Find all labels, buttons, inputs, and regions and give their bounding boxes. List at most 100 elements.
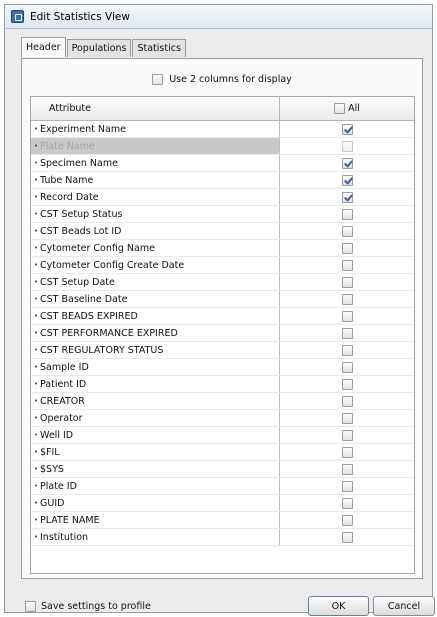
table-row[interactable]: • Record Date [31, 189, 414, 206]
select-all-checkbox[interactable] [334, 103, 346, 114]
attribute-checkbox[interactable] [341, 327, 353, 339]
table-row[interactable]: • Cytometer Config Name [31, 240, 414, 257]
attribute-cell: • CST Setup Status [31, 206, 280, 222]
attribute-checkbox [341, 140, 353, 152]
checkbox-cell [280, 138, 414, 154]
attribute-label: PLATE NAME [40, 514, 100, 526]
tab-statistics[interactable]: Statistics [132, 39, 186, 57]
table-body: • Experiment Name • Plate Name • Specimen Nam… [31, 121, 414, 546]
two-columns-label: Use 2 columns for display [169, 74, 292, 85]
attribute-checkbox[interactable] [341, 378, 353, 390]
attribute-label: $FIL [40, 446, 60, 458]
table-row[interactable]: • CST PERFORMANCE EXPIRED [31, 325, 414, 342]
attribute-cell: • Well ID [31, 427, 280, 443]
table-row[interactable]: • $FIL [31, 444, 414, 461]
checkbox-cell [280, 325, 414, 341]
attribute-label: Patient ID [40, 378, 87, 390]
attribute-checkbox[interactable] [341, 480, 353, 492]
table-row[interactable]: • Experiment Name [31, 121, 414, 138]
attribute-checkbox[interactable] [341, 412, 353, 424]
table-row[interactable]: • Plate ID [31, 478, 414, 495]
tab-bar: Header Populations Statistics [21, 37, 187, 57]
row-bullet-icon: • [33, 159, 39, 167]
attribute-cell: • Plate ID [31, 478, 280, 494]
row-bullet-icon: • [33, 448, 39, 456]
attribute-checkbox[interactable] [341, 531, 353, 543]
attribute-cell: • Operator [31, 410, 280, 426]
attribute-checkbox[interactable] [341, 463, 353, 475]
attribute-label: Cytometer Config Name [40, 242, 155, 254]
attribute-checkbox[interactable] [341, 259, 353, 271]
attribute-checkbox[interactable] [341, 293, 353, 305]
attribute-checkbox[interactable] [341, 497, 353, 509]
two-columns-checkbox[interactable] [152, 74, 164, 85]
attribute-cell: • Cytometer Config Create Date [31, 257, 280, 273]
table-row[interactable]: • Plate Name [31, 138, 414, 155]
row-bullet-icon: • [33, 465, 39, 473]
table-row[interactable]: • GUID [31, 495, 414, 512]
tab-populations[interactable]: Populations [66, 39, 132, 57]
table-row[interactable]: • Institution [31, 529, 414, 546]
all-label: All [348, 103, 360, 114]
table-row[interactable]: • CST REGULATORY STATUS [31, 342, 414, 359]
table-row[interactable]: • Tube Name [31, 172, 414, 189]
attribute-checkbox[interactable] [341, 514, 353, 526]
app-icon [11, 10, 24, 23]
table-row[interactable]: • Sample ID [31, 359, 414, 376]
table-row[interactable]: • CST Baseline Date [31, 291, 414, 308]
attribute-cell: • Institution [31, 529, 280, 545]
ok-button[interactable]: OK [308, 596, 369, 616]
edit-statistics-view-dialog: Edit Statistics View Header Populations … [4, 4, 435, 616]
attribute-cell: • CST Beads Lot ID [31, 223, 280, 239]
attribute-label: CST Setup Status [40, 208, 123, 220]
attribute-checkbox[interactable] [341, 344, 353, 356]
row-bullet-icon: • [33, 516, 39, 524]
attribute-checkbox[interactable] [341, 395, 353, 407]
attribute-checkbox[interactable] [341, 242, 353, 254]
attribute-label: Experiment Name [40, 123, 126, 135]
attribute-checkbox[interactable] [341, 208, 353, 220]
table-row[interactable]: • CST BEADS EXPIRED [31, 308, 414, 325]
checkbox-cell [280, 427, 414, 443]
table-row[interactable]: • $SYS [31, 461, 414, 478]
attribute-checkbox[interactable] [341, 276, 353, 288]
checkbox-cell [280, 291, 414, 307]
attribute-checkbox[interactable] [341, 446, 353, 458]
row-bullet-icon: • [33, 244, 39, 252]
attribute-checkbox[interactable] [341, 123, 353, 135]
table-row[interactable]: • Patient ID [31, 376, 414, 393]
cancel-button[interactable]: Cancel [373, 596, 435, 616]
attribute-label: $SYS [40, 463, 64, 475]
table-row[interactable]: • CST Setup Status [31, 206, 414, 223]
attribute-column-header[interactable]: Attribute [31, 97, 280, 120]
attribute-checkbox[interactable] [341, 157, 353, 169]
table-row[interactable]: • CREATOR [31, 393, 414, 410]
attribute-checkbox[interactable] [341, 225, 353, 237]
attribute-label: Sample ID [40, 361, 89, 373]
attribute-checkbox[interactable] [341, 310, 353, 322]
table-header: Attribute All [31, 97, 414, 121]
attribute-checkbox[interactable] [341, 361, 353, 373]
attribute-cell: • CST PERFORMANCE EXPIRED [31, 325, 280, 341]
row-bullet-icon: • [33, 414, 39, 422]
table-row[interactable]: • Operator [31, 410, 414, 427]
attribute-cell: • CST BEADS EXPIRED [31, 308, 280, 324]
save-settings-checkbox[interactable] [25, 601, 36, 612]
table-row[interactable]: • Cytometer Config Create Date [31, 257, 414, 274]
checkbox-cell [280, 529, 414, 545]
table-row[interactable]: • CST Beads Lot ID [31, 223, 414, 240]
row-bullet-icon: • [33, 210, 39, 218]
checkbox-cell [280, 172, 414, 188]
table-row[interactable]: • PLATE NAME [31, 512, 414, 529]
table-row[interactable]: • Specimen Name [31, 155, 414, 172]
checkbox-cell [280, 189, 414, 205]
tab-header[interactable]: Header [21, 37, 66, 57]
table-row[interactable]: • CST Setup Date [31, 274, 414, 291]
row-bullet-icon: • [33, 278, 39, 286]
attribute-checkbox[interactable] [341, 174, 353, 186]
attribute-checkbox[interactable] [341, 191, 353, 203]
attribute-cell: • Sample ID [31, 359, 280, 375]
row-bullet-icon: • [33, 397, 39, 405]
attribute-checkbox[interactable] [341, 429, 353, 441]
table-row[interactable]: • Well ID [31, 427, 414, 444]
